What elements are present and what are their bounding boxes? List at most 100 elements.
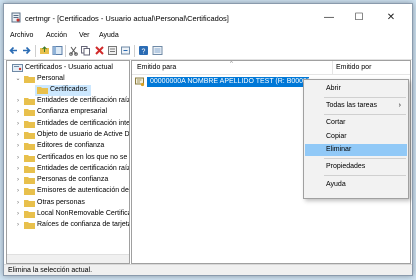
tree-label: Certificados en los que no se confía [37, 153, 129, 161]
toolbar-separator [134, 45, 135, 57]
menu-ayuda[interactable]: Ayuda [99, 32, 119, 39]
menu-archivo[interactable]: Archivo [10, 32, 33, 39]
context-item-copiar[interactable]: Copiar [305, 131, 407, 143]
context-item-propiedades[interactable]: Propiedades [305, 161, 407, 173]
context-item-ayuda[interactable]: Ayuda [305, 179, 407, 191]
tree-label: Entidades de certificación raíz [37, 97, 130, 104]
folder-icon [24, 188, 35, 196]
properties-icon[interactable] [107, 45, 118, 56]
folder-icon [24, 222, 35, 230]
tree-item[interactable]: › Confianza empresarial [7, 107, 129, 118]
menu-ver[interactable]: Ver [79, 32, 90, 39]
menu-separator [324, 158, 406, 159]
expand-icon[interactable]: › [14, 120, 22, 129]
tree-label: Personas de confianza [37, 176, 109, 184]
context-item-cortar[interactable]: Cortar [305, 117, 407, 129]
expand-icon[interactable]: › [14, 108, 22, 117]
folder-icon [24, 211, 35, 218]
tree-item[interactable]: › Personas de confianza [7, 175, 129, 186]
show-tree-icon[interactable] [52, 45, 63, 56]
forward-icon[interactable] [21, 45, 32, 56]
minimize-button[interactable]: — [314, 7, 344, 29]
tree-item-root[interactable]: Certificados - Usuario actual [7, 63, 129, 74]
expand-icon[interactable]: › [14, 97, 22, 106]
context-menu: Abrir Todas las tareas › Cortar Copiar El… [303, 79, 409, 199]
expand-icon[interactable]: › [14, 210, 22, 219]
certificate-name: 00000000A NOMBRE APELLIDO TEST (R: B0000… [147, 77, 309, 87]
tree-view: Certificados - Usuario actual ⌄ Personal… [7, 61, 129, 254]
back-icon[interactable] [8, 45, 19, 56]
certificate-icon [135, 77, 145, 87]
window-title: certmgr - [Certificados - Usuario actual… [25, 14, 229, 23]
menu-bar: Archivo Acción Ver Ayuda [4, 31, 412, 43]
tree-item-personal[interactable]: ⌄ Personal [7, 74, 129, 85]
folder-icon [24, 76, 35, 83]
tree-label: Otras personas [37, 198, 85, 206]
folder-icon [24, 177, 35, 185]
status-text: Elimina la selección actual. [8, 267, 93, 274]
tree-item-certificados[interactable]: Certificados [35, 85, 91, 96]
close-button[interactable]: ✕ [376, 7, 406, 29]
folder-icon [24, 165, 35, 173]
cut-icon[interactable] [68, 45, 79, 56]
toolbar: ? [4, 43, 412, 60]
column-header-row: Emitido para ^ Emitido por [132, 61, 410, 75]
folder-icon [24, 154, 35, 162]
horizontal-scrollbar[interactable] [7, 254, 129, 263]
delete-icon[interactable] [94, 45, 105, 56]
context-item-eliminar[interactable]: Eliminar [305, 144, 407, 156]
title-bar[interactable]: certmgr - [Certificados - Usuario actual… [4, 4, 412, 31]
submenu-arrow-icon: › [398, 102, 401, 109]
folder-icon [24, 131, 35, 139]
export-icon[interactable] [120, 45, 131, 56]
maximize-button[interactable]: ☐ [344, 7, 374, 29]
tree-label: Objeto de usuario de Active Directory [37, 130, 130, 138]
tree-item[interactable]: › Otras personas [7, 198, 129, 209]
tree-item[interactable]: › Raíces de confianza de tarjeta intelige… [7, 220, 129, 231]
tree-item[interactable]: › Local NonRemovable Certificates [7, 209, 129, 220]
tree-label: Entidades de certificación intermedias [37, 119, 130, 127]
copy-icon[interactable] [80, 45, 91, 56]
tree-pane: Certificados - Usuario actual ⌄ Personal… [6, 60, 130, 264]
expand-icon[interactable]: › [14, 165, 22, 174]
collapse-icon[interactable]: ⌄ [14, 75, 22, 84]
tree-label: Personal [37, 75, 65, 82]
up-folder-icon[interactable] [39, 45, 50, 56]
folder-icon [24, 199, 35, 207]
folder-icon [24, 120, 35, 128]
expand-icon[interactable]: › [14, 154, 22, 163]
tree-item[interactable]: › Objeto de usuario de Active Directory [7, 130, 129, 141]
context-item-todas-las-tareas[interactable]: Todas las tareas › [305, 100, 407, 112]
expand-icon[interactable]: › [14, 176, 22, 185]
column-separator[interactable] [332, 61, 333, 74]
folder-icon [24, 143, 35, 151]
tree-item[interactable]: › Emisores de autenticación de cliente [7, 186, 129, 197]
expand-icon[interactable]: › [14, 131, 22, 140]
folder-icon [37, 87, 48, 94]
tree-item[interactable]: › Editores de confianza [7, 141, 129, 152]
tree-label: Local NonRemovable Certificates [37, 210, 129, 217]
status-bar: Elimina la selección actual. [4, 264, 412, 275]
tree-item[interactable]: › Entidades de certificación raíz [7, 96, 129, 107]
menu-accion[interactable]: Acción [46, 32, 67, 39]
tree-item[interactable]: › Entidades de certificación raíz de terc… [7, 164, 129, 175]
context-item-abrir[interactable]: Abrir [305, 83, 407, 95]
mmc-console-icon[interactable] [152, 45, 163, 56]
expand-icon[interactable]: › [14, 142, 22, 151]
toolbar-separator [65, 45, 66, 57]
expand-icon[interactable]: › [14, 199, 22, 208]
expand-icon[interactable]: › [14, 187, 22, 196]
tree-item[interactable]: › Entidades de certificación intermedias [7, 119, 129, 130]
tree-label: Emisores de autenticación de cliente [37, 187, 129, 195]
folder-icon [24, 98, 35, 105]
help-icon[interactable]: ? [138, 45, 149, 56]
tree-label: Confianza empresarial [37, 108, 108, 116]
toolbar-separator [35, 45, 36, 57]
tree-item[interactable]: › Certificados en los que no se confía [7, 153, 129, 164]
column-header-emitido-por[interactable]: Emitido por [336, 64, 371, 71]
certmgr-app-icon [11, 12, 21, 23]
sort-up-icon: ^ [230, 61, 233, 67]
menu-separator [324, 114, 406, 115]
expand-icon[interactable]: › [14, 221, 22, 230]
column-header-emitido-para[interactable]: Emitido para [137, 64, 176, 71]
